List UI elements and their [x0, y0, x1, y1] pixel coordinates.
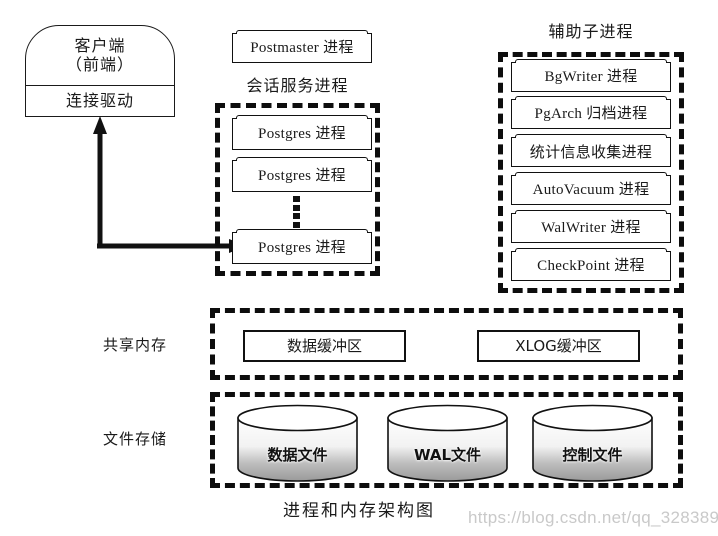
bgwriter-process-box: BgWriter 进程: [511, 59, 671, 92]
autovacuum-process-box: AutoVacuum 进程: [511, 172, 671, 205]
postmaster-process-label: Postmaster 进程: [250, 39, 354, 56]
bgwriter-process-label: BgWriter 进程: [544, 68, 638, 85]
data-file-cylinder-shape: [237, 404, 358, 482]
control-file-cylinder: 控制文件: [530, 404, 655, 482]
session-group-caption: 会话服务进程: [246, 76, 349, 95]
session-processes-ellipsis-icon: [291, 196, 301, 228]
pgarch-process-box: PgArch 归档进程: [511, 96, 671, 129]
data-buffer-label: 数据缓冲区: [286, 336, 362, 355]
postmaster-process-box: Postmaster 进程: [232, 30, 372, 63]
control-file-label: 控制文件: [562, 446, 623, 464]
data-file-label: 数据文件: [267, 446, 328, 464]
xlog-buffer-label: XLOG缓冲区: [515, 336, 602, 355]
csdn-watermark: https://blog.csdn.net/qq_32838955: [468, 508, 718, 527]
data-buffer-box: 数据缓冲区: [243, 330, 406, 362]
walwriter-process-box: WalWriter 进程: [511, 210, 671, 243]
stats-collector-process-label: 统计信息收集进程: [529, 142, 653, 161]
checkpoint-process-box: CheckPoint 进程: [511, 248, 671, 281]
auxiliary-group-caption: 辅助子进程: [548, 22, 634, 41]
session-postgres-process-label-3: Postgres 进程: [258, 239, 346, 256]
shared-memory-side-label: 共享内存: [102, 336, 167, 354]
data-file-cylinder: 数据文件: [235, 404, 360, 482]
session-postgres-process-box-1: Postgres 进程: [232, 115, 372, 150]
checkpoint-process-label: CheckPoint 进程: [537, 257, 645, 274]
control-file-cylinder-shape: [532, 404, 653, 482]
xlog-buffer-box: XLOG缓冲区: [477, 330, 640, 362]
wal-file-cylinder-shape: [387, 404, 508, 482]
session-postgres-process-box-2: Postgres 进程: [232, 157, 372, 192]
file-storage-side-label: 文件存储: [102, 430, 167, 448]
pgarch-process-label: PgArch 归档进程: [534, 105, 648, 122]
autovacuum-process-label: AutoVacuum 进程: [532, 181, 650, 198]
stats-collector-process-box: 统计信息收集进程: [511, 134, 671, 167]
session-postgres-process-box-3: Postgres 进程: [232, 229, 372, 264]
diagram-canvas: 客户端 （前端） 连接驱动 Postmaster 进程 会话服务进程 Postg…: [0, 0, 718, 536]
walwriter-process-label: WalWriter 进程: [541, 219, 641, 236]
wal-file-label: WAL文件: [413, 446, 482, 464]
wal-file-cylinder: WAL文件: [385, 404, 510, 482]
session-postgres-process-label-2: Postgres 进程: [258, 167, 346, 184]
session-postgres-process-label-1: Postgres 进程: [258, 125, 346, 142]
